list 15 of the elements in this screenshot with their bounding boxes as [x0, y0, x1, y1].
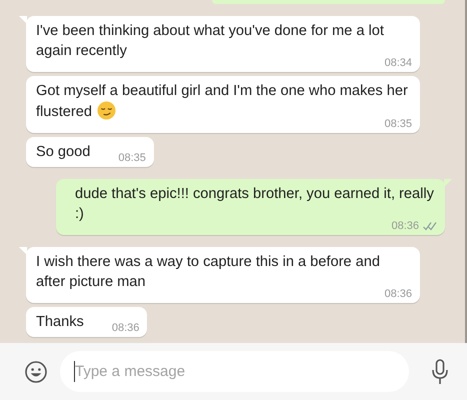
emoji-icon[interactable]: [24, 360, 48, 384]
message-time: 08:35: [118, 151, 146, 165]
message-text: I've been thinking about what you've done for me a lot again recently: [36, 23, 384, 59]
message-time: 08:36: [391, 219, 419, 233]
microphone-icon[interactable]: [431, 358, 449, 384]
message-time: 08:36: [112, 321, 140, 335]
message-text: Thanks: [36, 314, 84, 330]
message-time: 08:35: [384, 117, 412, 131]
message-text: So good: [36, 144, 90, 160]
message-time: 08:36: [384, 287, 412, 301]
message-input[interactable]: Type a message: [60, 351, 409, 392]
message-time: 08:34: [384, 56, 412, 70]
message-text: dude that's epic!!! congrats brother, you earned it, really :): [75, 186, 434, 222]
message-text: Got myself a beautiful girl and I'm the one who makes her flustered: [36, 83, 408, 120]
message-text: I wish there was a way to capture this in a before and after picture man: [36, 254, 380, 290]
